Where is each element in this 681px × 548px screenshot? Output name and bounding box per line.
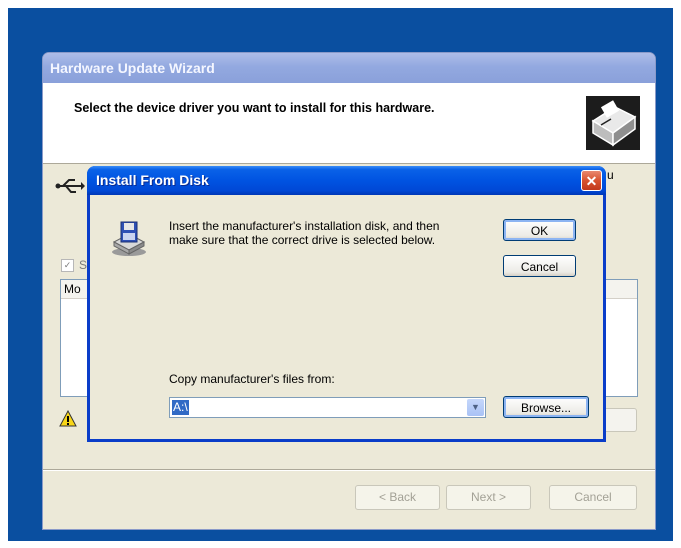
floppy-disk-icon <box>112 221 146 256</box>
ok-button[interactable]: OK <box>503 219 576 241</box>
hardware-wizard-icon <box>586 96 640 150</box>
copy-from-label: Copy manufacturer's files from: <box>169 372 335 386</box>
wizard-title: Hardware Update Wizard <box>50 60 215 76</box>
close-icon[interactable]: ✕ <box>581 170 602 191</box>
wizard-separator <box>43 469 655 471</box>
copy-from-value[interactable]: A:\ <box>172 400 189 415</box>
show-compatible-checkbox[interactable]: ✓ <box>61 259 74 272</box>
chevron-down-icon[interactable]: ▼ <box>467 399 484 416</box>
wizard-cancel-button[interactable]: Cancel <box>549 485 637 510</box>
checkbox-label: S <box>79 258 88 272</box>
dialog-title: Install From Disk <box>96 172 209 188</box>
desktop: Hardware Update Wizard Select the device… <box>8 8 673 541</box>
install-from-disk-dialog: Install From Disk ✕ Insert the manufactu… <box>87 166 606 442</box>
dialog-client-area: Insert the manufacturer's installation d… <box>90 195 603 439</box>
usb-icon <box>55 179 85 193</box>
wizard-header: Select the device driver you want to ins… <box>43 83 655 164</box>
dialog-cancel-button[interactable]: Cancel <box>503 255 576 277</box>
dialog-message: Insert the manufacturer's installation d… <box>169 219 440 247</box>
partial-label: u <box>607 168 614 182</box>
wizard-header-text: Select the device driver you want to ins… <box>74 101 435 115</box>
warning-icon <box>59 410 77 427</box>
next-button[interactable]: Next > <box>446 485 531 510</box>
dialog-titlebar[interactable]: Install From Disk ✕ <box>87 166 606 195</box>
wizard-titlebar[interactable]: Hardware Update Wizard <box>43 53 655 83</box>
copy-from-combobox[interactable]: A:\ ▼ <box>169 397 486 418</box>
back-button[interactable]: < Back <box>355 485 440 510</box>
browse-button[interactable]: Browse... <box>503 396 589 418</box>
